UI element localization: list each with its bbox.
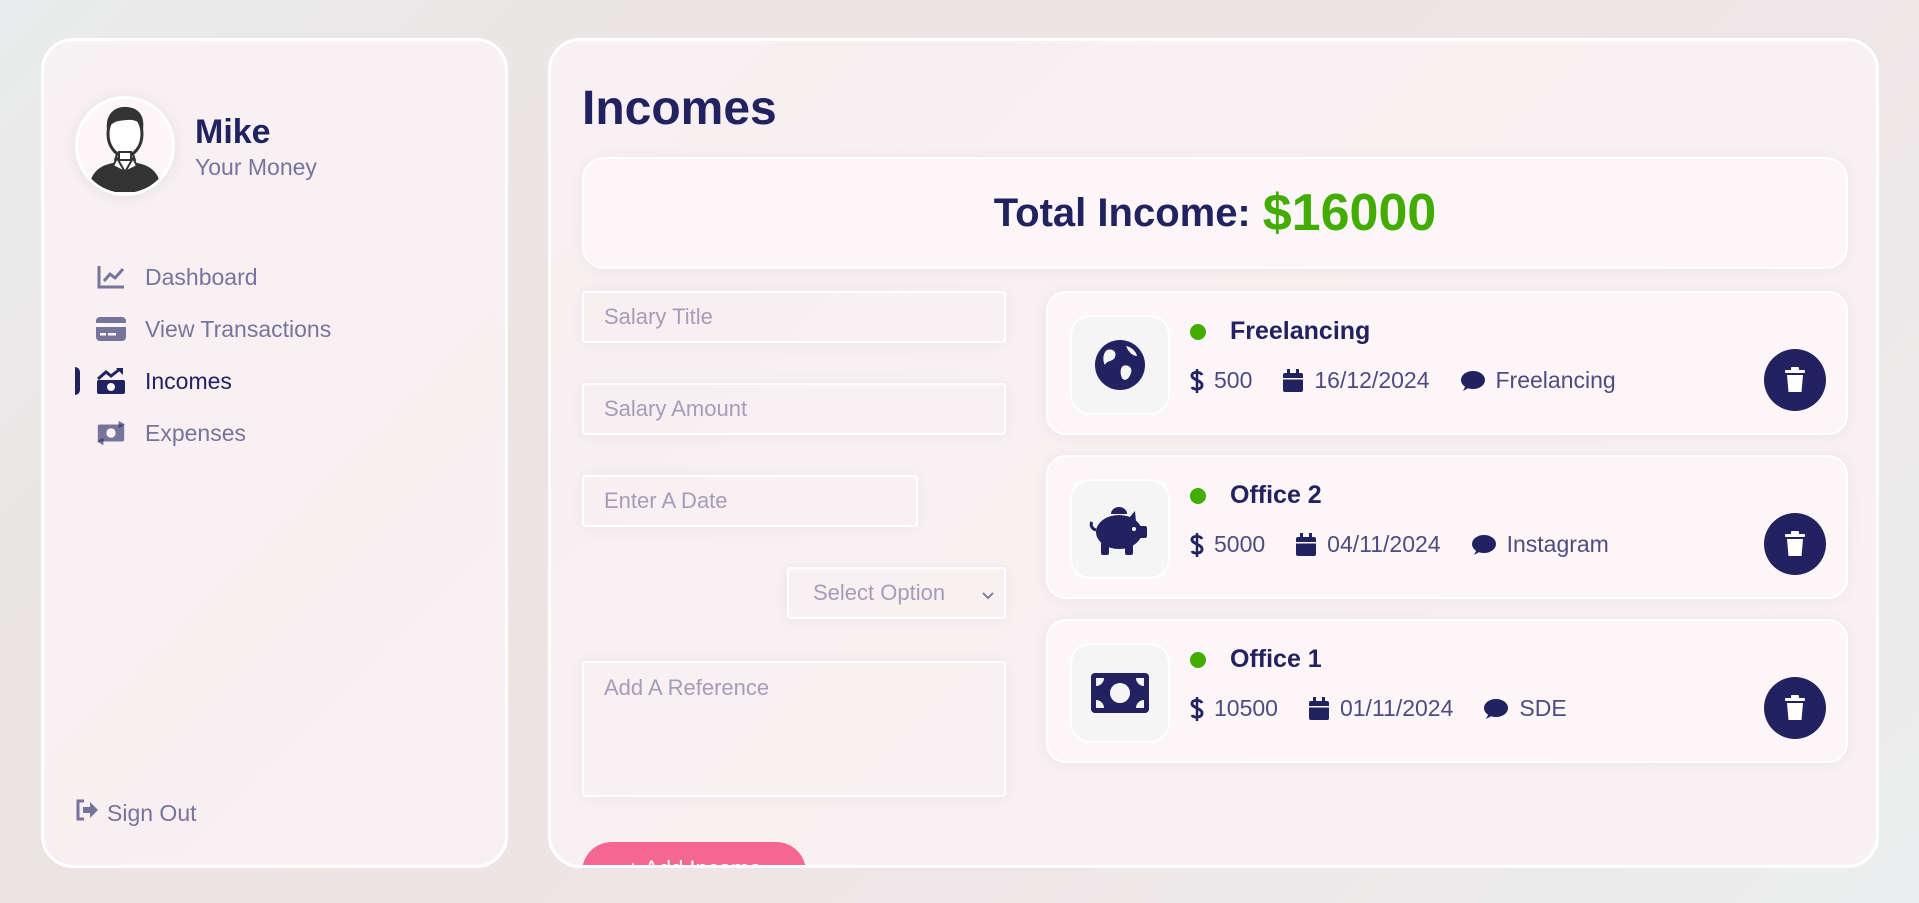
salary-amount-input[interactable]	[582, 383, 1006, 435]
calendar-icon	[1296, 532, 1317, 556]
user-avatar-icon	[89, 106, 161, 192]
category-select-value: Select Option	[813, 580, 946, 605]
dollar-icon	[1190, 368, 1204, 393]
globe-icon	[1095, 340, 1145, 390]
sidebar-item-dashboard[interactable]: Dashboard	[75, 251, 485, 303]
category-select[interactable]: Select Option	[787, 567, 1006, 619]
piggy-bank-icon	[1089, 507, 1147, 555]
comment-icon	[1484, 698, 1509, 719]
income-date: 04/11/2024	[1327, 531, 1441, 557]
money-bill-icon	[1091, 673, 1149, 713]
sidebar-item-view-transactions[interactable]: View Transactions	[75, 303, 485, 355]
money-bill-transfer-icon	[95, 418, 127, 448]
income-item: Office 1 10500 01/11/2024 SDE	[1046, 619, 1848, 763]
income-item: Freelancing 500 16/12/2024 Freelancing	[1046, 291, 1848, 435]
user-name: Mike	[195, 112, 271, 151]
sign-out-icon	[75, 799, 99, 827]
total-income-card: Total Income: $16000	[582, 157, 1848, 269]
dollar-icon	[1190, 532, 1204, 557]
avatar	[75, 96, 175, 196]
sidebar-item-label: Incomes	[145, 367, 232, 394]
income-description: SDE	[1519, 695, 1567, 721]
user-profile: Mike Your Money	[75, 96, 317, 196]
money-bill-trend-up-icon	[95, 366, 127, 396]
sidebar-item-label: View Transactions	[145, 315, 332, 342]
delete-button[interactable]	[1764, 513, 1826, 575]
income-title: Office 1	[1230, 645, 1322, 673]
calendar-icon	[1283, 368, 1304, 392]
dollar-icon	[1190, 696, 1204, 721]
status-dot	[1190, 487, 1206, 504]
income-date: 01/11/2024	[1339, 695, 1454, 721]
credit-card-icon	[95, 314, 127, 344]
main-panel: Incomes Total Income: $16000 Select Opti…	[548, 38, 1879, 868]
page-title: Incomes	[582, 82, 777, 135]
income-title: Office 2	[1230, 481, 1322, 509]
date-input[interactable]	[582, 475, 918, 527]
chevron-down-icon	[982, 580, 994, 606]
income-amount: 10500	[1214, 695, 1278, 721]
comment-icon	[1460, 370, 1485, 391]
sidebar-item-incomes[interactable]: Incomes	[75, 355, 485, 407]
nav-menu: Dashboard View Transactions Incomes Expe…	[75, 251, 485, 459]
sidebar-item-expenses[interactable]: Expenses	[75, 407, 485, 459]
total-income-amount: $16000	[1262, 184, 1437, 242]
income-category-icon-box	[1070, 643, 1170, 743]
trash-icon	[1785, 367, 1805, 392]
income-item: Office 2 5000 04/11/2024 Instagram	[1046, 455, 1848, 599]
calendar-icon	[1308, 696, 1329, 720]
income-description: Instagram	[1506, 531, 1609, 557]
sign-out-label: Sign Out	[107, 799, 197, 826]
income-title: Freelancing	[1230, 317, 1371, 345]
total-income-label: Total Income:	[993, 190, 1251, 235]
delete-button[interactable]	[1764, 349, 1826, 411]
trash-icon	[1785, 531, 1805, 556]
income-date: 16/12/2024	[1314, 367, 1430, 393]
income-amount: 5000	[1214, 531, 1266, 557]
reference-textarea[interactable]	[582, 661, 1006, 797]
status-dot	[1190, 323, 1206, 340]
comment-icon	[1471, 534, 1496, 555]
income-amount: 500	[1214, 367, 1253, 393]
sign-out-button[interactable]: Sign Out	[75, 799, 197, 827]
income-category-icon-box	[1070, 479, 1170, 579]
user-subtitle: Your Money	[195, 153, 317, 180]
salary-title-input[interactable]	[582, 291, 1006, 343]
income-category-icon-box	[1070, 315, 1170, 415]
delete-button[interactable]	[1764, 677, 1826, 739]
sidebar-item-label: Expenses	[145, 419, 247, 446]
income-list: Freelancing 500 16/12/2024 Freelancing O…	[1046, 291, 1848, 783]
chart-line-icon	[95, 262, 127, 292]
trash-icon	[1785, 695, 1805, 720]
status-dot	[1190, 651, 1206, 668]
add-income-button[interactable]: + Add Income	[582, 842, 806, 865]
sidebar-item-label: Dashboard	[145, 263, 258, 290]
sidebar: Mike Your Money Dashboard View Transacti…	[41, 38, 508, 868]
income-description: Freelancing	[1495, 367, 1616, 393]
